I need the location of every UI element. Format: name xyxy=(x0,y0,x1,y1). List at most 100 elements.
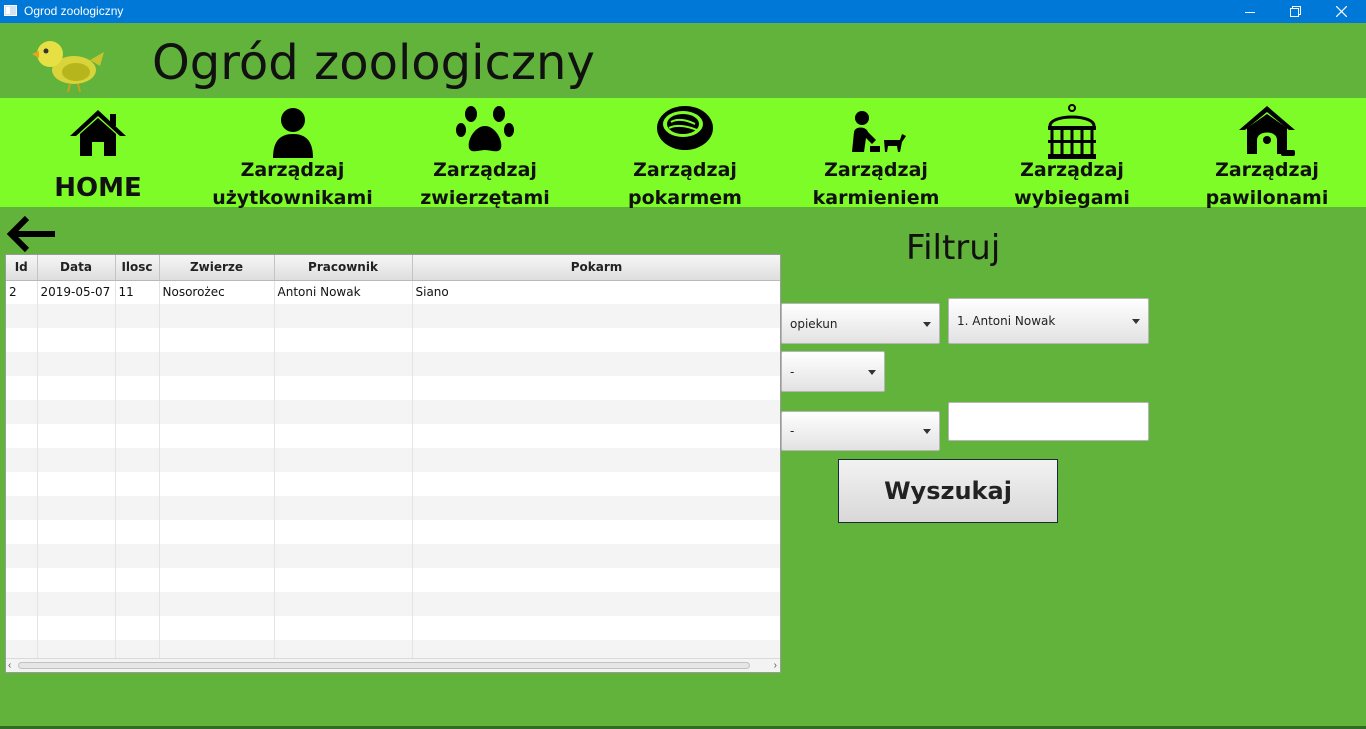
filter-tertiary-select[interactable]: - xyxy=(781,411,940,451)
table-cell-empty xyxy=(274,424,413,448)
table-cell-empty xyxy=(274,616,413,640)
table-cell-empty xyxy=(37,376,116,400)
scrollbar-thumb[interactable] xyxy=(18,662,750,669)
nav-home[interactable]: HOME xyxy=(28,98,168,207)
table-cell-empty xyxy=(37,352,116,376)
nav-manage-food[interactable]: Zarządzaj pokarmem xyxy=(605,98,765,209)
table-row-empty[interactable] xyxy=(6,544,780,568)
table-cell-empty xyxy=(159,328,275,352)
table-row-empty[interactable] xyxy=(6,400,780,424)
table-cell-empty xyxy=(37,496,116,520)
table-cell-empty xyxy=(115,352,160,376)
table-row-empty[interactable] xyxy=(6,592,780,616)
nav-manage-enclosures[interactable]: Zarządzaj wybiegami xyxy=(992,98,1152,209)
cell-quantity: 11 xyxy=(115,280,160,304)
table-cell-empty xyxy=(115,376,160,400)
restore-button[interactable] xyxy=(1272,0,1318,23)
column-header-employee[interactable]: Pracownik xyxy=(274,255,413,281)
chevron-down-icon xyxy=(868,369,876,375)
table-row-empty[interactable] xyxy=(6,352,780,376)
table-cell-empty xyxy=(159,424,275,448)
table-cell-empty xyxy=(115,616,160,640)
filter-role-select[interactable]: opiekun xyxy=(781,303,940,344)
cell-food: Siano xyxy=(412,280,780,304)
filter-text-input[interactable] xyxy=(948,402,1149,441)
nav-manage-pavilions[interactable]: Zarządzaj pawilonami xyxy=(1187,98,1347,209)
table-cell-empty xyxy=(6,448,38,472)
window-title: Ogrod zoologiczny xyxy=(24,4,124,18)
table-cell-empty xyxy=(274,448,413,472)
filter-person-select[interactable]: 1. Antoni Nowak xyxy=(948,298,1149,344)
nav-manage-users-label: Zarządzaj użytkownikami xyxy=(212,159,373,209)
filter-role-value: opiekun xyxy=(790,316,838,331)
table-row-empty[interactable] xyxy=(6,304,780,328)
table-cell-empty xyxy=(274,544,413,568)
column-header-date[interactable]: Data xyxy=(37,255,116,281)
table-cell-empty xyxy=(159,376,275,400)
filter-tertiary-value: - xyxy=(790,424,795,438)
minimize-icon xyxy=(1245,11,1255,13)
nav-manage-animals[interactable]: Zarządzaj zwierzętami xyxy=(405,98,565,209)
table-cell-empty xyxy=(6,568,38,592)
table-row-empty[interactable] xyxy=(6,376,780,400)
cell-employee: Antoni Nowak xyxy=(274,280,413,304)
table-row-empty[interactable] xyxy=(6,496,780,520)
search-button[interactable]: Wyszukaj xyxy=(838,459,1058,523)
table-cell-empty xyxy=(6,400,38,424)
table-row-empty[interactable] xyxy=(6,448,780,472)
column-header-id[interactable]: Id xyxy=(6,255,38,281)
table-row-empty[interactable] xyxy=(6,520,780,544)
table-cell-empty xyxy=(159,544,275,568)
horizontal-scrollbar[interactable]: ‹ › xyxy=(6,658,780,672)
scroll-right-icon[interactable]: › xyxy=(774,660,777,671)
doghouse-icon xyxy=(1239,106,1295,156)
table-cell-empty xyxy=(412,352,780,376)
table-cell-empty xyxy=(412,376,780,400)
table-cell-empty xyxy=(6,376,38,400)
minimize-button[interactable] xyxy=(1227,0,1273,23)
table-row-empty[interactable] xyxy=(6,472,780,496)
column-header-animal[interactable]: Zwierze xyxy=(159,255,275,281)
table-cell-empty xyxy=(37,544,116,568)
feeding-icon xyxy=(852,111,906,152)
table-cell-empty xyxy=(37,520,116,544)
table-row-empty[interactable] xyxy=(6,424,780,448)
column-header-quantity[interactable]: Ilosc xyxy=(115,255,160,281)
filter-title: Filtruj xyxy=(906,228,1001,268)
table-cell-empty xyxy=(412,496,780,520)
table-row-empty[interactable] xyxy=(6,616,780,640)
table-cell-empty xyxy=(115,544,160,568)
table-cell-empty xyxy=(412,424,780,448)
table-cell-empty xyxy=(274,352,413,376)
table-cell-empty xyxy=(115,496,160,520)
table-cell-empty xyxy=(159,616,275,640)
table-cell-empty xyxy=(115,400,160,424)
table-row-empty[interactable] xyxy=(6,328,780,352)
column-header-food[interactable]: Pokarm xyxy=(412,255,780,281)
table-cell-empty xyxy=(159,496,275,520)
table-cell-empty xyxy=(115,520,160,544)
nav-manage-users[interactable]: Zarządzaj użytkownikami xyxy=(205,98,380,209)
table-cell-empty xyxy=(159,472,275,496)
table-cell-empty xyxy=(6,592,38,616)
table-cell-empty xyxy=(115,568,160,592)
close-icon xyxy=(1335,6,1347,17)
table-cell-empty xyxy=(159,352,275,376)
table-cell-empty xyxy=(412,448,780,472)
table-cell-empty xyxy=(37,304,116,328)
table-row[interactable]: 2 2019-05-07 11 Nosorożec Antoni Nowak S… xyxy=(6,280,780,304)
table-cell-empty xyxy=(115,448,160,472)
nav-manage-feeding[interactable]: Zarządzaj karmieniem xyxy=(796,98,956,209)
scroll-left-icon[interactable]: ‹ xyxy=(8,660,11,671)
close-button[interactable] xyxy=(1318,0,1364,23)
table-cell-empty xyxy=(274,592,413,616)
back-arrow-icon[interactable] xyxy=(5,214,57,254)
table-row-empty[interactable] xyxy=(6,568,780,592)
table-cell-empty xyxy=(412,304,780,328)
table-cell-empty xyxy=(412,472,780,496)
filter-secondary-select[interactable]: - xyxy=(781,351,885,392)
table-cell-empty xyxy=(115,328,160,352)
table-cell-empty xyxy=(6,352,38,376)
feeding-table[interactable]: Id Data Ilosc Zwierze Pracownik Pokarm 2… xyxy=(5,254,781,673)
table-cell-empty xyxy=(6,544,38,568)
